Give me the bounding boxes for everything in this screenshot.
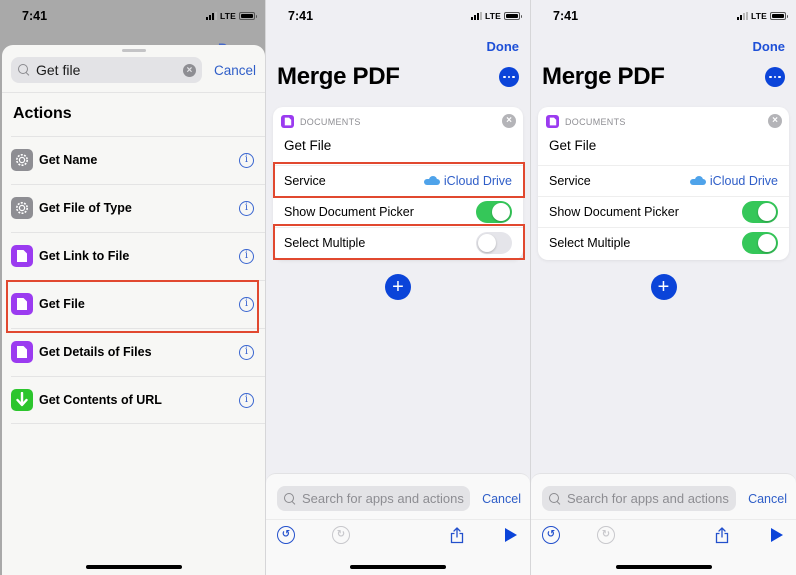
select-multiple-row: Select Multiple [538,227,789,258]
status-bar: 7:41 LTE [531,0,796,32]
action-list: Get Name i Get File of Type i Get Link t… [2,136,265,424]
card-category: DOCUMENTS [565,116,626,127]
remove-action-icon[interactable]: × [768,114,782,128]
show-document-picker-row: Show Document Picker [273,196,523,227]
search-icon [548,492,562,506]
cancel-button[interactable]: Cancel [482,492,521,506]
phone-search-actions: 7:41 LTE Done Get file × Cancel Actions … [0,0,265,575]
signal-icon [205,12,217,20]
document-icon [281,115,294,128]
status-time: 7:41 [22,9,48,23]
service-row[interactable]: Service iCloud Drive [538,165,789,196]
editor-toolbar: ↺ ↻ [531,526,796,548]
cancel-button[interactable]: Cancel [214,63,256,78]
more-options-button[interactable] [499,67,519,87]
divider [2,92,265,93]
search-icon [283,492,297,506]
status-bar: 7:41 LTE [0,0,265,32]
get-file-action-card: DOCUMENTS × Get File Service iCloud Driv… [273,107,523,260]
service-row[interactable]: Service iCloud Drive [273,165,523,196]
done-button[interactable]: Done [753,39,786,54]
select-multiple-toggle[interactable] [742,231,778,254]
search-icon [17,63,31,77]
status-time: 7:41 [553,9,579,23]
status-time: 7:41 [288,9,314,23]
bottom-search-bar: Search for apps and actions Cancel ↺ ↻ [531,473,796,575]
info-icon[interactable]: i [239,344,254,360]
icloud-icon [423,176,440,185]
gear-icon [11,149,33,171]
home-indicator [85,565,182,569]
service-value[interactable]: iCloud Drive [423,174,512,188]
battery-icon [770,12,788,20]
sheet-grabber[interactable] [121,49,146,52]
undo-icon[interactable]: ↺ [542,526,560,544]
get-file-action-card: DOCUMENTS × Get File Service iCloud Driv… [538,107,789,260]
phone-editor-before: 7:41 LTE Done Merge PDF DOCUMENTS × Get … [266,0,530,575]
info-icon[interactable]: i [239,296,254,312]
remove-action-icon[interactable]: × [502,114,516,128]
apps-actions-search-input[interactable]: Search for apps and actions [277,486,471,511]
action-search-sheet: Get file × Cancel Actions Get Name i Get… [2,45,265,575]
section-heading: Actions [13,105,72,122]
share-icon[interactable] [713,526,731,544]
document-icon [11,341,33,363]
show-document-picker-toggle[interactable] [476,200,512,223]
cancel-button[interactable]: Cancel [748,492,787,506]
document-icon [546,115,559,128]
action-item-get-details-of-files[interactable]: Get Details of Files i [2,328,265,376]
action-item-get-contents-of-url[interactable]: Get Contents of URL i [2,376,265,424]
info-icon[interactable]: i [239,152,254,168]
action-item-get-link-to-file[interactable]: Get Link to File i [2,232,265,280]
shortcut-title: Merge PDF [542,63,665,90]
phone-editor-after: 7:41 LTE Done Merge PDF DOCUMENTS × Get … [531,0,796,575]
card-category: DOCUMENTS [300,116,361,127]
select-multiple-row: Select Multiple [273,227,523,258]
show-document-picker-row: Show Document Picker [538,196,789,227]
clear-search-icon[interactable]: × [182,63,196,77]
download-icon [11,389,33,411]
redo-icon: ↻ [597,526,615,544]
more-options-button[interactable] [765,67,785,87]
action-search-input[interactable]: Get file × [11,57,202,83]
done-button[interactable]: Done [487,39,520,54]
signal-icon [470,12,482,20]
share-icon[interactable] [448,526,466,544]
search-value: Get file [36,62,81,78]
info-icon[interactable]: i [239,248,254,264]
network-label: LTE [219,11,236,21]
home-indicator [615,565,712,569]
shortcut-title: Merge PDF [277,63,400,90]
battery-icon [239,12,257,20]
card-title: Get File [549,138,597,153]
home-indicator [350,565,446,569]
icloud-icon [689,176,706,185]
info-icon[interactable]: i [239,392,254,408]
battery-icon [504,12,522,20]
info-icon[interactable]: i [239,200,254,216]
undo-icon[interactable]: ↺ [277,526,295,544]
action-item-get-file-of-type[interactable]: Get File of Type i [2,184,265,232]
add-action-button[interactable]: + [385,274,411,300]
status-bar: 7:41 LTE [266,0,530,32]
signal-icon [736,12,748,20]
play-icon[interactable] [768,526,786,544]
network-label: LTE [750,11,767,21]
gear-icon [11,197,33,219]
action-item-get-name[interactable]: Get Name i [2,136,265,184]
action-item-get-file[interactable]: Get File i [2,280,265,328]
show-document-picker-toggle[interactable] [742,200,778,223]
select-multiple-toggle[interactable] [476,231,512,254]
editor-toolbar: ↺ ↻ [266,526,530,548]
document-icon [11,293,33,315]
bottom-search-bar: Search for apps and actions Cancel ↺ ↻ [266,473,530,575]
document-icon [11,245,33,267]
add-action-button[interactable]: + [650,274,677,300]
play-icon[interactable] [502,526,520,544]
service-value[interactable]: iCloud Drive [689,174,778,188]
network-label: LTE [484,11,501,21]
apps-actions-search-input[interactable]: Search for apps and actions [542,486,737,511]
card-title: Get File [284,138,332,153]
redo-icon: ↻ [332,526,350,544]
